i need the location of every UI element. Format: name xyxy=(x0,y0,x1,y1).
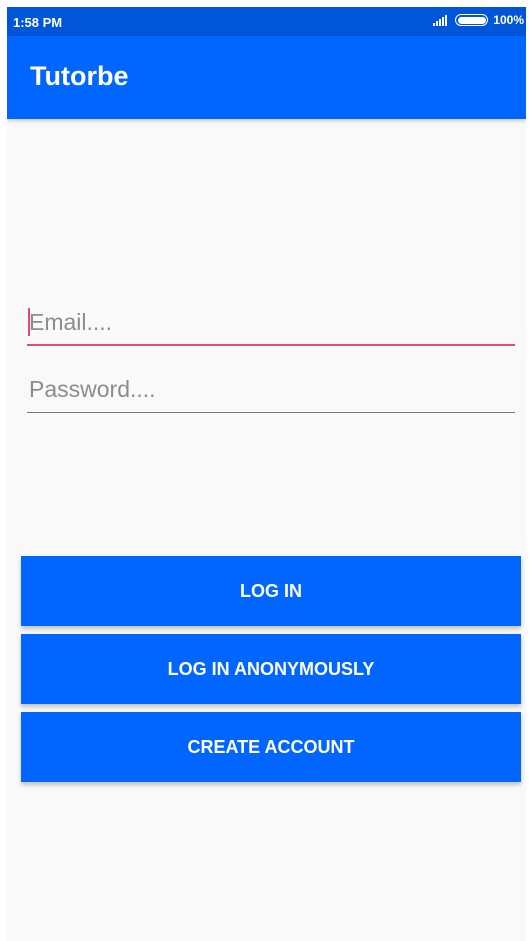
password-field[interactable] xyxy=(27,367,515,413)
create-account-button[interactable]: CREATE ACCOUNT xyxy=(21,712,521,782)
app-bar: Tutorbe xyxy=(7,36,526,119)
battery-percentage: 100% xyxy=(493,13,524,27)
status-bar: 1:58 PM 100% xyxy=(7,7,526,36)
log-in-anonymously-button[interactable]: LOG IN ANONYMOUSLY xyxy=(21,634,521,704)
battery-icon xyxy=(455,14,489,26)
email-field[interactable] xyxy=(27,300,515,346)
status-indicators: 100% xyxy=(432,13,524,27)
log-in-button[interactable]: LOG IN xyxy=(21,556,521,626)
status-time: 1:58 PM xyxy=(13,15,63,30)
login-screen: 1:58 PM 100% Tutorbe LOG IN LOG IN ANONY… xyxy=(7,7,526,941)
app-title: Tutorbe xyxy=(30,61,129,91)
text-cursor xyxy=(28,308,30,336)
signal-icon xyxy=(432,14,448,26)
